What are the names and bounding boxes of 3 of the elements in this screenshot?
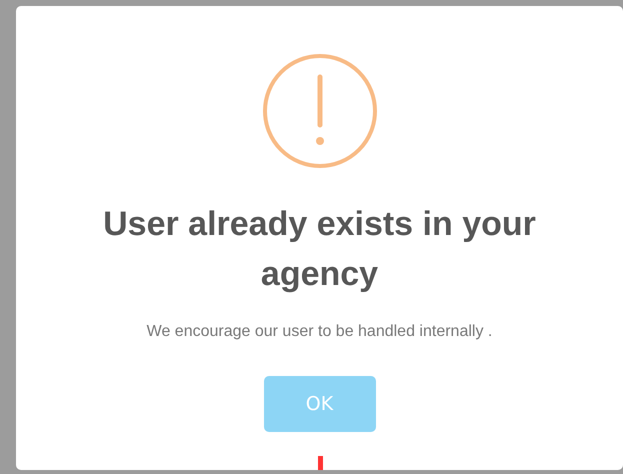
- warning-icon: [262, 53, 378, 169]
- dialog-title: User already exists in your agency: [102, 204, 537, 295]
- dialog-message: We encourage our user to be handled internally .: [146, 323, 492, 341]
